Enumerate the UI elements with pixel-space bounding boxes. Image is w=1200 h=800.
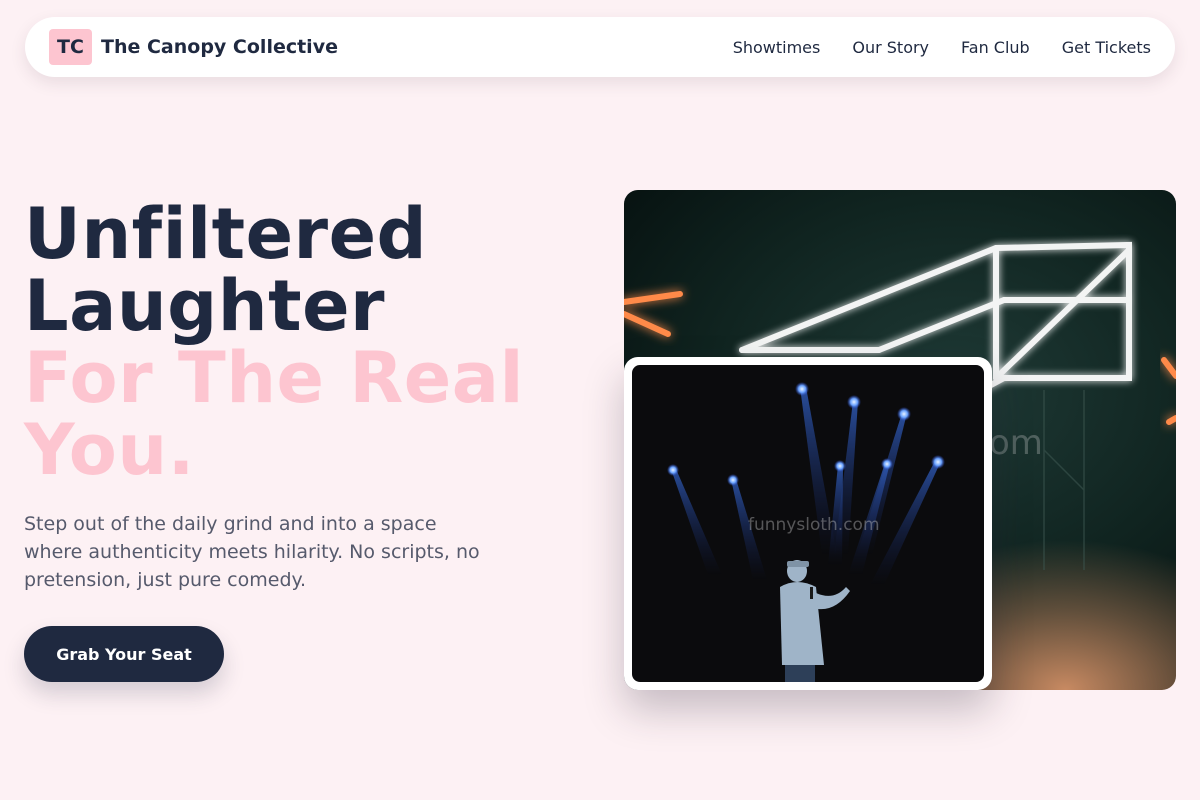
nav-link-our-story[interactable]: Our Story [852,38,929,57]
hero-description: Step out of the daily grind and into a s… [24,513,480,591]
top-nav: TC The Canopy Collective Showtimes Our S… [25,17,1175,77]
nav-link-showtimes[interactable]: Showtimes [733,38,821,57]
nav-link-fan-club[interactable]: Fan Club [961,38,1030,57]
brand-logo-link[interactable]: TC The Canopy Collective [49,29,338,65]
grab-your-seat-button[interactable]: Grab Your Seat [24,626,224,682]
hero-title: Unfiltered Laughter For The Real You. [24,198,584,486]
comedian-photo-card: funnysloth.com [624,357,992,690]
hero-title-line-4: You. [24,409,195,491]
hero-title-line-3: For The Real [24,337,524,419]
hero-title-line-1: Unfiltered [24,193,428,275]
nav-link-get-tickets[interactable]: Get Tickets [1062,38,1151,57]
comedian-spotlight-illustration [667,382,945,682]
brand-name: The Canopy Collective [101,36,338,58]
hero-title-line-2: Laughter [24,265,386,347]
comedian-photo: funnysloth.com [632,365,984,682]
back-watermark: om [989,423,1043,463]
logo-mark: TC [49,29,92,65]
nav-links: Showtimes Our Story Fan Club Get Tickets [733,38,1151,57]
